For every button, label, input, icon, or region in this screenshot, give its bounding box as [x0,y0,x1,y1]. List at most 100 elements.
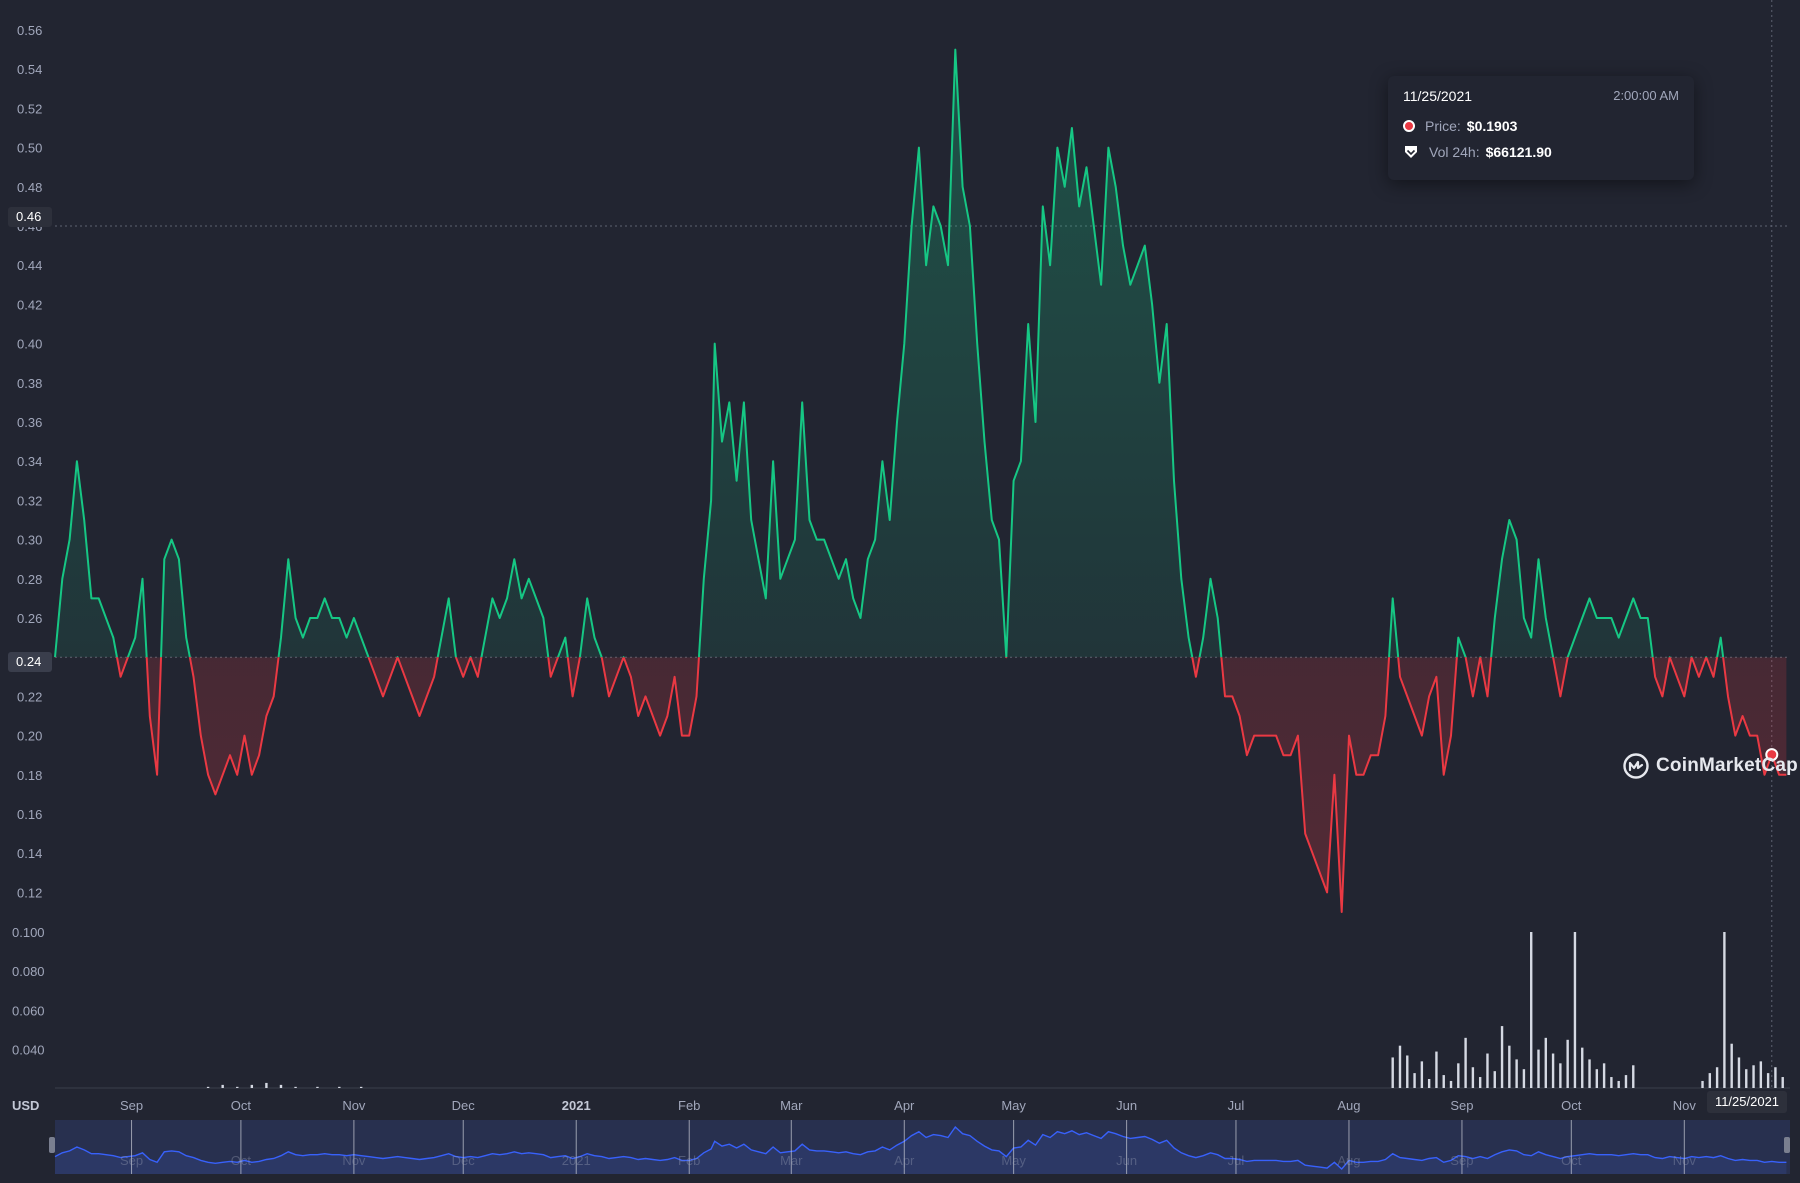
navigator-handle[interactable] [49,1137,55,1153]
volume-bar [206,1086,210,1088]
tooltip-price-row: Price: $0.1903 [1403,116,1517,136]
volume-bar [1617,1080,1620,1088]
navigator-tick-label: Mar [780,1153,803,1168]
navigator-tick-label: Oct [231,1153,252,1168]
volume-bar [1602,1063,1606,1088]
volume-shield-icon [1405,146,1417,158]
volume-bar [1730,1043,1733,1088]
volume-bar [1471,1067,1475,1088]
volume-bar [1632,1065,1635,1088]
tooltip-volume-value: $66121.90 [1485,144,1552,160]
volume-bar [236,1086,239,1088]
x-tick-label: Sep [1450,1098,1473,1113]
y-tick-label: 0.18 [17,768,42,783]
volume-bar [1486,1053,1489,1088]
navigator-tick-label: Nov [1673,1153,1697,1168]
y-tick-label: 0.54 [17,62,42,77]
volume-bar [1391,1057,1394,1088]
volume-bar [1610,1077,1613,1088]
volume-bar [1420,1061,1424,1088]
volume-bar [1522,1069,1526,1088]
tooltip-time: 2:00:00 AM [1613,88,1679,103]
coinmarketcap-logo-icon [1623,753,1649,779]
y-tick-label: 0.44 [17,258,42,273]
y-tick-label: 0.20 [17,729,42,744]
y-tick-label: 0.42 [17,297,42,312]
x-tick-label: Oct [231,1098,252,1113]
volume-bar [1759,1061,1763,1088]
x-tick-label: Apr [894,1098,915,1113]
y-tick-label: 0.28 [17,572,42,587]
volume-bar [1701,1080,1704,1088]
volume-bar [1500,1026,1504,1088]
volume-bar [1427,1079,1431,1088]
navigator-tick-label: Jul [1228,1153,1245,1168]
y-tick-label: 0.50 [17,141,42,156]
price-tooltip: 11/25/2021 2:00:00 AM Price: $0.1903 Vol… [1388,76,1694,180]
volume-bar [1559,1063,1562,1088]
navigator-tick-label: May [1001,1153,1026,1168]
baseline-y-label: 0.24 [8,652,52,672]
volume-bar [1708,1073,1712,1088]
volume-bar [1551,1053,1555,1088]
navigator-tick-label: Feb [678,1153,700,1168]
volume-tick-label: 0.100 [12,925,45,940]
y-tick-label: 0.32 [17,493,42,508]
volume-bar [1442,1075,1445,1088]
volume-bar [1781,1077,1784,1088]
volume-bar [1449,1080,1453,1088]
volume-bar [250,1084,254,1088]
volume-bar [1745,1069,1748,1088]
currency-label: USD [12,1098,39,1113]
volume-bar [1544,1037,1547,1088]
volume-tick-label: 0.060 [12,1003,45,1018]
volume-bar [265,1082,268,1088]
navigator-tick-label: Sep [120,1153,143,1168]
y-tick-label: 0.26 [17,611,42,626]
x-tick-label: Nov [342,1098,366,1113]
volume-bar [1774,1067,1777,1088]
y-tick-label: 0.52 [17,101,42,116]
volume-bar [1457,1063,1460,1088]
y-tick-label: 0.22 [17,689,42,704]
volume-bar [1435,1051,1438,1088]
x-tick-label: 2021 [562,1098,591,1113]
y-tick-label: 0.48 [17,180,42,195]
volume-bar [1537,1049,1540,1088]
x-tick-label: Nov [1673,1098,1697,1113]
x-tick-label: May [1001,1098,1026,1113]
x-tick-label: Dec [452,1098,476,1113]
navigator-handle[interactable] [1784,1137,1790,1153]
y-tick-label: 0.30 [17,533,42,548]
volume-bar [1573,932,1577,1088]
volume-bar [1493,1071,1496,1088]
volume-bar [1766,1073,1770,1088]
y-tick-label: 0.36 [17,415,42,430]
navigator-tick-label: Nov [342,1153,366,1168]
volume-bar [1464,1037,1467,1088]
volume-bar [1515,1059,1518,1088]
x-tick-label: Aug [1337,1098,1360,1113]
watermark-text: CoinMarketCap [1656,755,1798,776]
navigator-tick-label: Sep [1450,1153,1473,1168]
volume-bar [1508,1045,1511,1088]
volume-bar [1595,1069,1599,1088]
volume-bar [221,1084,224,1088]
y-tick-label: 0.34 [17,454,42,469]
volume-tick-label: 0.040 [12,1043,45,1058]
navigator-tick-label: Apr [894,1153,915,1168]
y-tick-label: 0.14 [17,846,42,861]
crosshair-y-label: 0.46 [8,207,52,227]
volume-bar [1588,1059,1591,1088]
volume-bar [1406,1055,1409,1088]
x-tick-label: Jul [1228,1098,1245,1113]
y-tick-label: 0.16 [17,807,42,822]
y-tick-label: 0.38 [17,376,42,391]
y-tick-label: 0.56 [17,23,42,38]
volume-bar [1723,932,1726,1088]
volume-bar [1737,1057,1741,1088]
volume-bar [1752,1065,1755,1088]
tooltip-date: 11/25/2021 [1403,88,1473,104]
volume-bar [279,1084,283,1088]
crosshair-date-label: 11/25/2021 [1707,1091,1787,1113]
